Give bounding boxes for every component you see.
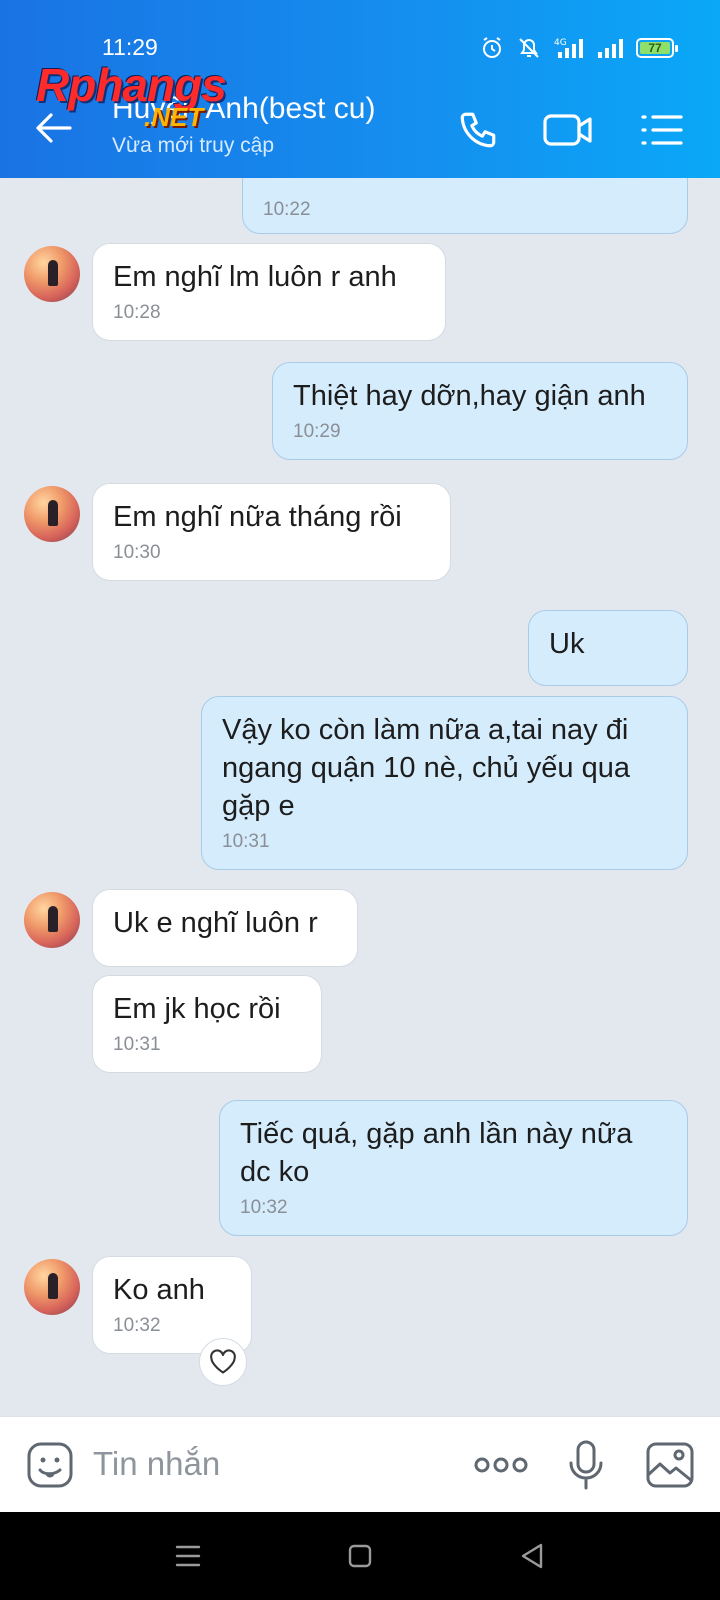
message-composer: Tin nhắn [0, 1416, 720, 1512]
back-nav-button[interactable] [508, 1532, 556, 1580]
avatar[interactable] [24, 892, 80, 948]
message-time: 10:31 [222, 831, 270, 852]
battery-icon: 77 [636, 38, 678, 58]
message-text: Ko anh [113, 1274, 205, 1306]
back-triangle-icon [521, 1543, 543, 1569]
message-text: Em jk học rồi [113, 993, 281, 1025]
message-incoming[interactable]: Em jk học rồi 10:31 [92, 975, 322, 1073]
message-time: 10:32 [113, 1315, 161, 1336]
message-outgoing[interactable]: Vậy ko còn làm nữa a,tai nay đi ngang qu… [201, 696, 688, 870]
sticker-button[interactable] [22, 1437, 78, 1493]
more-button[interactable] [472, 1445, 530, 1485]
mute-bell-icon [519, 38, 539, 58]
network-label: 4G [554, 38, 567, 48]
contact-name[interactable]: Huyền Anh(best cu) [112, 92, 375, 126]
image-icon [646, 1442, 694, 1488]
image-button[interactable] [642, 1437, 698, 1493]
alarm-icon [483, 37, 501, 58]
back-button[interactable] [32, 106, 76, 150]
microphone-icon [569, 1440, 603, 1490]
back-arrow-icon [36, 113, 72, 143]
message-text: Vậy ko còn làm nữa a,tai nay đi ngang qu… [222, 714, 630, 822]
status-icons: 4G 77 [480, 36, 678, 60]
recent-apps-button[interactable] [164, 1532, 212, 1580]
menu-button[interactable] [634, 104, 690, 156]
message-time: 10:28 [113, 302, 161, 323]
video-camera-icon [543, 114, 592, 146]
message-text: Uk e nghĩ luôn r [113, 907, 318, 939]
heart-icon [210, 1349, 236, 1374]
message-time: 10:22 [263, 199, 311, 220]
message-text: Em nghĩ nữa tháng rồi [113, 501, 402, 533]
message-outgoing[interactable]: Uk [528, 610, 688, 686]
message-outgoing[interactable]: 10:22 [242, 178, 688, 234]
message-outgoing[interactable]: Tiếc quá, gặp anh lần này nữa dc ko 10:3… [219, 1100, 688, 1236]
message-time: 10:29 [293, 421, 341, 442]
home-icon [348, 1544, 372, 1568]
message-input[interactable]: Tin nhắn [93, 1445, 220, 1483]
message-text: Em nghĩ lm luôn r anh [113, 261, 397, 293]
message-time: 10:32 [240, 1197, 288, 1218]
more-dots-icon [474, 1457, 528, 1473]
message-list[interactable]: 10:22 Em nghĩ lm luôn r anh 10:28 Thiệt … [0, 178, 720, 1416]
avatar[interactable] [24, 1259, 80, 1315]
message-outgoing[interactable]: Thiệt hay dỡn,hay giận anh 10:29 [272, 362, 688, 460]
message-incoming[interactable]: Em nghĩ lm luôn r anh 10:28 [92, 243, 446, 341]
sticker-icon [27, 1442, 73, 1488]
contact-status: Vừa mới truy cập [112, 134, 275, 157]
message-incoming[interactable]: Em nghĩ nữa tháng rồi 10:30 [92, 483, 451, 581]
react-button[interactable] [199, 1338, 247, 1386]
message-text: Tiếc quá, gặp anh lần này nữa dc ko [240, 1118, 633, 1188]
phone-icon [460, 112, 496, 148]
list-menu-icon [641, 115, 683, 145]
video-call-button[interactable] [540, 104, 596, 156]
message-text: Uk [549, 628, 585, 660]
message-incoming[interactable]: Uk e nghĩ luôn r [92, 889, 358, 967]
recent-apps-icon [175, 1545, 201, 1567]
home-button[interactable] [336, 1532, 384, 1580]
signal-4g-icon: 4G [554, 38, 583, 58]
system-nav-bar [0, 1512, 720, 1600]
voice-button[interactable] [564, 1435, 608, 1495]
avatar[interactable] [24, 486, 80, 542]
call-button[interactable] [452, 104, 504, 156]
message-text: Thiệt hay dỡn,hay giận anh [293, 380, 646, 412]
avatar[interactable] [24, 246, 80, 302]
status-bar: 11:29 4G 77 [0, 0, 720, 80]
status-time: 11:29 [102, 34, 158, 60]
signal-icon [598, 39, 623, 58]
battery-level: 77 [648, 41, 662, 55]
chat-header: 11:29 4G 77 Huyền Anh(best cu) Vừa mới t… [0, 0, 720, 178]
message-time: 10:30 [113, 542, 161, 563]
message-time: 10:31 [113, 1034, 161, 1055]
